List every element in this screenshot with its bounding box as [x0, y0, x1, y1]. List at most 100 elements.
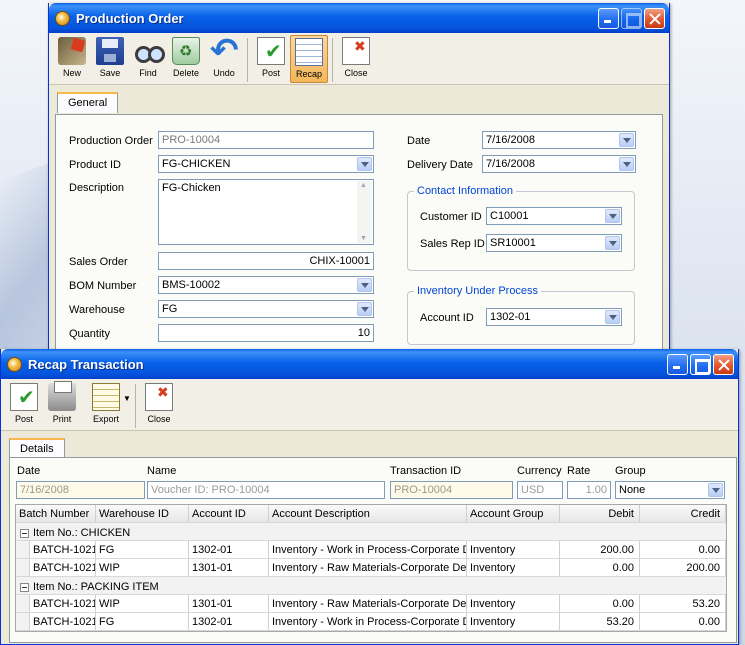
product-id-value: FG-CHICKEN	[162, 158, 231, 170]
product-id-select[interactable]: FG-CHICKEN	[158, 155, 374, 173]
cell-debit: 200.00	[560, 541, 640, 558]
description-label: Description	[69, 182, 125, 194]
recap-date-field[interactable]: 7/16/2008	[16, 481, 145, 499]
sales-order-field[interactable]: CHIX-10001	[158, 252, 374, 270]
production-order-tabs: General	[49, 85, 669, 113]
chevron-down-icon[interactable]	[605, 236, 620, 250]
table-row[interactable]: BATCH-1021 FG 1302-01 Inventory - Work i…	[16, 613, 726, 631]
quantity-field[interactable]: 10	[158, 324, 374, 342]
group-label: Group	[615, 465, 646, 477]
cell-debit: 53.20	[560, 613, 640, 630]
recap-rate-field[interactable]: 1.00	[567, 481, 611, 499]
date-picker[interactable]: 7/16/2008	[482, 131, 636, 149]
recap-name-field[interactable]: Voucher ID: PRO-10004	[147, 481, 385, 499]
cell-account-description: Inventory - Work in Process-Corporate De	[269, 541, 467, 558]
post-button[interactable]: Post	[5, 381, 43, 429]
cell-account-id: 1301-01	[189, 559, 269, 576]
recap-group-select[interactable]: None	[615, 481, 725, 499]
cell-credit: 53.20	[640, 595, 726, 612]
column-header-debit[interactable]: Debit	[560, 505, 640, 522]
warehouse-select[interactable]: FG	[158, 300, 374, 318]
table-row[interactable]: BATCH-1021 WIP 1301-01 Inventory - Raw M…	[16, 559, 726, 577]
find-button[interactable]: Find	[129, 35, 167, 83]
minimize-button[interactable]	[598, 8, 619, 29]
column-header-account-id[interactable]: Account ID	[189, 505, 269, 522]
chevron-down-icon[interactable]	[357, 302, 372, 316]
delivery-date-picker[interactable]: 7/16/2008	[482, 155, 636, 173]
chevron-down-icon[interactable]	[619, 157, 634, 171]
column-header-credit[interactable]: Credit	[640, 505, 726, 522]
maximize-button[interactable]	[621, 8, 642, 29]
save-button[interactable]: Save	[91, 35, 129, 83]
customer-id-select[interactable]: C10001	[486, 207, 622, 225]
post-icon	[10, 383, 38, 411]
chevron-down-icon[interactable]	[605, 209, 620, 223]
column-header-account-description[interactable]: Account Description	[269, 505, 467, 522]
chevron-down-icon[interactable]	[708, 483, 723, 497]
tab-general[interactable]: General	[57, 92, 119, 113]
app-icon	[7, 356, 22, 372]
column-header-account-group[interactable]: Account Group	[467, 505, 560, 522]
recap-transaction-id-field[interactable]: PRO-10004	[390, 481, 513, 499]
cell-account-group: Inventory	[467, 559, 560, 576]
undo-button[interactable]: Undo	[205, 31, 243, 83]
close-icon	[145, 383, 173, 411]
recap-group-value: None	[619, 484, 646, 496]
post-button[interactable]: Post	[252, 35, 290, 83]
column-header-warehouse-id[interactable]: Warehouse ID	[96, 505, 189, 522]
chevron-down-icon[interactable]	[605, 310, 620, 324]
account-id-select[interactable]: 1302-01	[486, 308, 622, 326]
close-icon	[342, 37, 370, 65]
export-button[interactable]: Export	[81, 381, 131, 429]
cell-warehouse-id: WIP	[96, 595, 189, 612]
chevron-down-icon[interactable]	[619, 133, 634, 147]
toolbar-separator	[247, 38, 248, 82]
cell-account-group: Inventory	[467, 595, 560, 612]
recap-icon	[295, 38, 323, 66]
close-button[interactable]: Close	[337, 35, 375, 83]
recap-currency-field[interactable]: USD	[517, 481, 563, 499]
chevron-down-icon[interactable]	[357, 278, 372, 292]
recap-titlebar[interactable]: Recap Transaction	[1, 349, 738, 379]
warehouse-value: FG	[162, 303, 178, 315]
sales-rep-id-select[interactable]: SR10001	[486, 234, 622, 252]
tab-details[interactable]: Details	[9, 438, 65, 459]
recap-button[interactable]: Recap	[290, 35, 328, 83]
table-row[interactable]: BATCH-1021 WIP 1301-01 Inventory - Raw M…	[16, 595, 726, 613]
close-button[interactable]: Close	[140, 381, 178, 429]
table-row[interactable]: BATCH-1021 FG 1302-01 Inventory - Work i…	[16, 541, 726, 559]
close-window-button[interactable]	[644, 8, 665, 29]
production-order-titlebar[interactable]: Production Order	[49, 3, 669, 33]
group-row[interactable]: Item No.: PACKING ITEM	[16, 577, 726, 595]
customer-id-label: Customer ID	[420, 211, 482, 223]
delivery-date-label: Delivery Date	[407, 159, 474, 171]
description-scrollbar[interactable]	[357, 181, 372, 243]
description-textarea[interactable]: FG-Chicken	[158, 179, 374, 245]
bom-number-select[interactable]: BMS-10002	[158, 276, 374, 294]
minimize-button[interactable]	[667, 354, 688, 375]
recap-tabs: Details	[1, 431, 738, 459]
cell-warehouse-id: WIP	[96, 559, 189, 576]
new-button[interactable]: New	[53, 35, 91, 83]
maximize-button[interactable]	[690, 354, 711, 375]
column-header-batch-number[interactable]: Batch Number	[16, 505, 96, 522]
chevron-down-icon[interactable]	[357, 157, 372, 171]
cell-credit: 200.00	[640, 559, 726, 576]
print-button[interactable]: Print	[43, 381, 81, 429]
toolbar-separator	[332, 38, 333, 82]
warehouse-label: Warehouse	[69, 304, 125, 316]
production-order-window: Production Order New Save Find Delete Un…	[48, 3, 670, 353]
collapse-icon[interactable]	[20, 582, 29, 592]
delete-icon	[172, 37, 200, 65]
collapse-icon[interactable]	[20, 528, 29, 538]
group-label: Item No.: PACKING ITEM	[33, 581, 159, 593]
production-order-field[interactable]: PRO-10004	[158, 131, 374, 149]
delete-button[interactable]: Delete	[167, 35, 205, 83]
group-row[interactable]: Item No.: CHICKEN	[16, 523, 726, 541]
cell-warehouse-id: FG	[96, 613, 189, 630]
app-icon	[55, 10, 70, 26]
window-title: Production Order	[76, 10, 184, 26]
description-value: FG-Chicken	[162, 182, 221, 194]
toolbar-separator	[135, 384, 136, 428]
close-window-button[interactable]	[713, 354, 734, 375]
